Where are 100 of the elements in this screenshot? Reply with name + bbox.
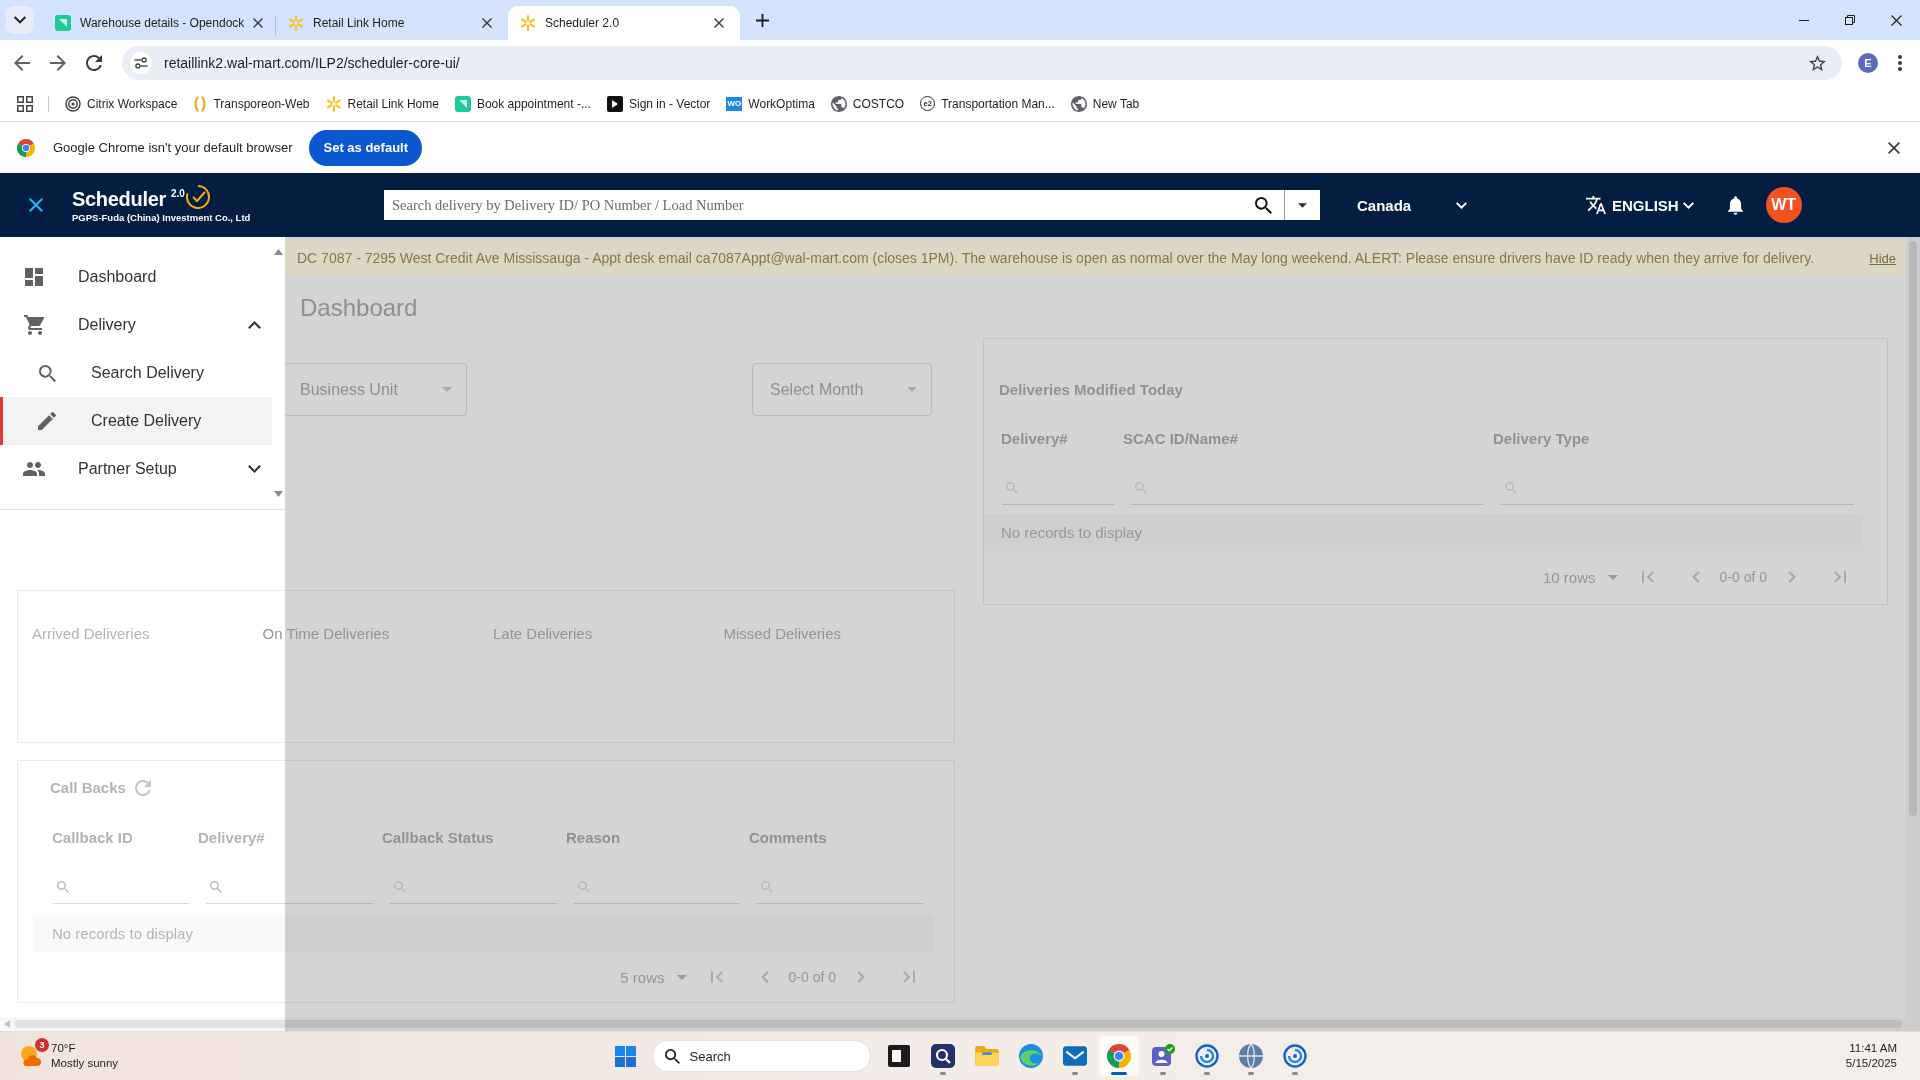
nav-item[interactable]: Create Delivery [0,397,272,445]
tile-icon [454,95,471,112]
browser-tab[interactable]: Scheduler 2.0 [508,6,740,40]
version-label: 2.0 [171,188,185,200]
caret-icon [907,387,917,392]
search-icon [394,881,406,893]
spark-icon [325,95,342,112]
browser-tab[interactable]: Retail Link Home [276,6,508,40]
minimize-icon[interactable] [1799,19,1809,21]
arrow-tile-icon [606,95,623,112]
empty-message: No records to display [33,915,934,952]
country-select[interactable]: Canada [1357,196,1467,214]
stat-label: Arrived Deliveries [32,625,151,644]
taskbar-app-button[interactable] [1098,1036,1139,1076]
start-icon [615,1045,636,1067]
tile-icon [55,15,71,31]
search-icon [1135,482,1147,494]
notifications-icon[interactable] [1727,195,1743,215]
search-icon [210,881,222,893]
people-icon [23,462,45,476]
weather-condition: Mostly sunny [51,1056,119,1071]
search-icon [664,1048,680,1064]
spiral-icon [1194,1044,1219,1068]
translate-icon [1586,196,1606,214]
notification-badge: 3 [35,1038,49,1052]
column-header: Callback Status [382,828,494,848]
tab-search-button[interactable] [6,6,34,34]
caret-icon [676,974,687,980]
bookmark[interactable]: New Tab [1062,89,1148,118]
apps-grid-icon[interactable] [17,95,33,112]
caret-icon [442,387,452,392]
browser-logo-icon [17,138,35,157]
column-header: Comments [749,828,827,848]
column-header: Delivery# [198,828,265,848]
plus-icon[interactable] [756,13,769,27]
search-icon [38,364,56,382]
nav-item[interactable]: Delivery [0,301,272,349]
column-header: Callback ID [52,828,133,848]
search-field[interactable]: Search [689,1048,870,1064]
banner-message: DC 7087 - 7295 West Credit Ave Mississauga - Appt desk email ca7087Appt@wal-mart.com (closes 1PM). The warehouse is open as normal over the May long weekend. ALERT: Please ensure drivers have ID ready when they arrive for delivery. [297,250,1815,266]
url-field[interactable]: retaillink2.wal-mart.com/ILP2/scheduler-core-ui/ [164,55,1797,71]
reload-icon[interactable] [86,55,102,71]
back-arrow-icon[interactable] [14,55,30,71]
nav-item[interactable]: Dashboard [0,253,272,301]
close-icon[interactable] [1891,14,1902,26]
close-icon[interactable] [253,18,264,28]
profile-avatar[interactable]: E [1858,53,1878,73]
sun-cloud-icon[interactable] [19,1044,43,1068]
card-title: Call Backs [50,778,126,798]
close-icon[interactable] [29,198,43,212]
scroll-up-icon[interactable] [274,249,283,255]
close-icon[interactable] [1888,141,1900,154]
bookmark[interactable]: Book appointment -... [446,89,599,118]
browser-tab[interactable]: Warehouse details - Opendock [43,6,275,40]
bookmark[interactable]: Citrix Workspace [57,89,186,118]
pencil-icon [38,412,56,430]
app-title: Scheduler [72,187,166,211]
globe-icon [1070,95,1087,112]
stat-label: On Time Deliveries [262,625,391,644]
restore-icon[interactable] [1845,15,1855,25]
nav-item[interactable]: Search Delivery [0,349,272,397]
mail-icon [1062,1046,1087,1066]
search-bar[interactable]: Search [651,1040,871,1072]
bookmark[interactable]: WO WorkOptima [718,89,823,118]
menu-icon[interactable] [1898,55,1902,71]
scroll-down-icon[interactable] [274,491,283,497]
search-options-button[interactable] [1284,190,1320,220]
clock-date: 5/15/2025 [1845,1056,1897,1071]
search-icon [1255,196,1272,214]
forward-arrow-icon[interactable] [50,55,66,71]
letter-tile-icon: WO [726,96,743,111]
page-range: 0-0 of 0 [788,969,836,985]
caret-icon [1607,574,1618,580]
search-field[interactable]: Search delivery by Delivery ID/ PO Number / Load Number [384,190,1251,220]
brackets-icon [193,95,208,112]
page-title: Dashboard [300,293,418,323]
bookmark-star-icon[interactable] [1809,55,1826,71]
nav-item[interactable]: Partner Setup [0,445,272,493]
horizontal-scrollbar[interactable] [0,1017,1906,1031]
chevron-down-icon[interactable] [248,465,261,473]
search-icon [1505,482,1517,494]
hide-link[interactable]: Hide [1869,250,1896,266]
globe-icon [1238,1044,1263,1068]
bookmark[interactable]: COSTCO [822,89,913,118]
search-button[interactable] [1251,190,1284,220]
close-icon[interactable] [482,18,492,28]
square-tile-icon [887,1045,910,1067]
column-header: Delivery Type [1493,429,1590,449]
bookmark[interactable]: Sign in - Vector [598,89,719,118]
site-info-icon[interactable] [130,52,152,74]
chevron-up-icon[interactable] [248,321,261,329]
language-select[interactable]: ENGLISH [1586,196,1694,214]
set-default-button[interactable]: Set as default [309,129,422,166]
bookmark[interactable]: Retail Link Home [317,89,447,118]
vertical-scrollbar[interactable] [1906,237,1920,1031]
browser-logo-icon [1106,1044,1131,1068]
bookmark[interactable]: Transporeon-Web [185,89,318,118]
address-bar[interactable]: retaillink2.wal-mart.com/ILP2/scheduler-core-ui/ [122,46,1842,80]
infobar-message: Google Chrome isn't your default browser [53,140,293,155]
close-icon[interactable] [714,18,724,28]
